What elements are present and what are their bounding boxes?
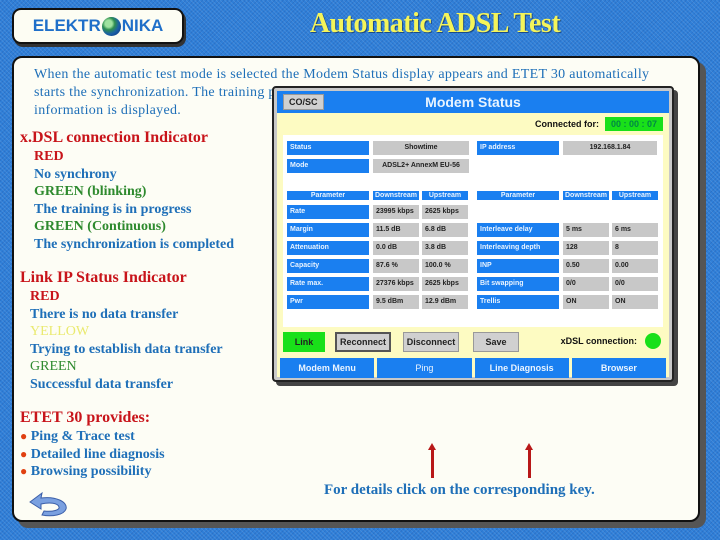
logo-text-left: ELEKTR [32, 16, 101, 35]
downstream-value: 9.5 dBm [373, 295, 419, 309]
param-label: Interleaving depth [477, 241, 559, 255]
disconnect-button[interactable]: Disconnect [403, 332, 459, 352]
provides-section: ETET 30 provides: ● Ping & Trace test ● … [20, 408, 165, 481]
reconnect-button[interactable]: Reconnect [335, 332, 391, 352]
connected-time: 00 : 00 : 07 [604, 117, 663, 131]
xdsl-connection-label: xDSL connection: [560, 336, 637, 346]
bullet-icon: ● [20, 446, 28, 461]
upstream-value: 3.8 dB [422, 241, 468, 255]
details-note: For details click on the corresponding k… [324, 482, 595, 498]
param-label: Trellis [477, 295, 559, 309]
link-indicator-title: Link IP Status Indicator [20, 269, 187, 286]
param-label: Interleave delay [477, 223, 559, 237]
ping-button[interactable]: Ping [377, 358, 472, 378]
col-header-parameter: Parameter [477, 191, 559, 200]
xdsl-connection-led-icon [645, 333, 661, 349]
xdsl-line: GREEN (blinking) [34, 184, 147, 199]
ip-value: 192.168.1.84 [563, 141, 657, 155]
downstream-value: ON [563, 295, 609, 309]
line-diagnosis-button[interactable]: Line Diagnosis [474, 358, 569, 378]
xdsl-indicator-title: x.DSL connection Indicator [20, 129, 209, 146]
co-sc-button[interactable]: CO/SC [283, 94, 324, 110]
mode-label: Mode [287, 159, 369, 173]
param-label: Rate max. [287, 277, 369, 291]
link-line: Trying to establish data transfer [30, 341, 223, 357]
downstream-value: 0.0 dB [373, 241, 419, 255]
modem-status-header: CO/SC Modem Status [277, 91, 669, 113]
downstream-value: 11.5 dB [373, 223, 419, 237]
mode-value: ADSL2+ AnnexM EU-56 [373, 159, 469, 173]
upstream-value: ON [612, 295, 658, 309]
modem-nav: Modem Menu Ping Line Diagnosis Browser [277, 358, 669, 378]
upstream-value: 0.00 [612, 259, 658, 273]
modem-status-title: Modem Status [425, 94, 521, 110]
globe-icon [101, 16, 121, 36]
status-value: Showtime [373, 141, 469, 155]
line-diagnosis-pointer-arrow-icon [525, 443, 533, 478]
page-title: Automatic ADSL Test [309, 8, 561, 39]
col-header-upstream: Upstream [612, 191, 658, 200]
modem-status-body: Status Showtime IP address 192.168.1.84 … [283, 135, 663, 327]
col-header-upstream: Upstream [422, 191, 468, 200]
connected-for-label: Connected for: [534, 119, 599, 129]
status-label: Status [287, 141, 369, 155]
col-header-downstream: Downstream [563, 191, 609, 200]
provides-title: ETET 30 provides: [20, 409, 151, 426]
provides-item: ● Browsing possibility [20, 464, 152, 479]
downstream-value: 0/0 [563, 277, 609, 291]
link-line: There is no data transfer [30, 306, 179, 322]
upstream-value: 12.9 dBm [422, 295, 468, 309]
ip-label: IP address [477, 141, 559, 155]
link-indicator-section: Link IP Status Indicator RED There is no… [20, 268, 223, 393]
downstream-value: 87.6 % [373, 259, 419, 273]
downstream-value: 23995 kbps [373, 205, 419, 219]
browser-button[interactable]: Browser [571, 358, 666, 378]
xdsl-line: The synchronization is completed [34, 236, 235, 252]
link-button[interactable]: Link [283, 332, 325, 352]
upstream-value: 2625 kbps [422, 277, 468, 291]
param-label: Capacity [287, 259, 369, 273]
link-line: Successful data transfer [30, 376, 174, 392]
modem-action-row: Link Reconnect Disconnect Save xDSL conn… [283, 332, 663, 354]
provides-item: ● Detailed line diagnosis [20, 446, 165, 462]
param-label: INP [477, 259, 559, 273]
provides-item: ● Ping & Trace test [20, 429, 135, 444]
param-label: Rate [287, 205, 369, 219]
col-header-downstream: Downstream [373, 191, 419, 200]
ping-pointer-arrow-icon [428, 443, 436, 478]
xdsl-line: No synchrony [34, 166, 117, 182]
link-line: YELLOW [30, 324, 90, 339]
elektronika-logo: ELEKTR NIKA [12, 8, 184, 44]
bullet-icon: ● [20, 429, 28, 443]
upstream-value: 8 [612, 241, 658, 255]
link-line: GREEN [30, 359, 77, 374]
save-button[interactable]: Save [473, 332, 519, 352]
upstream-value: 2625 kbps [422, 205, 468, 219]
modem-menu-button[interactable]: Modem Menu [280, 358, 375, 378]
param-label: Pwr [287, 295, 369, 309]
connected-for: Connected for: 00 : 00 : 07 [535, 117, 663, 131]
upstream-value: 6 ms [612, 223, 658, 237]
xdsl-indicator-section: x.DSL connection Indicator RED No synchr… [20, 128, 234, 253]
xdsl-line: GREEN (Continuous) [34, 219, 166, 234]
link-line: RED [30, 289, 60, 304]
param-label: Bit swapping [477, 277, 559, 291]
upstream-value: 0/0 [612, 277, 658, 291]
param-label: Attenuation [287, 241, 369, 255]
back-arrow-icon[interactable] [26, 490, 70, 518]
xdsl-line: RED [34, 149, 64, 164]
bullet-icon: ● [20, 464, 28, 478]
col-header-parameter: Parameter [287, 191, 369, 200]
logo-text-right: NIKA [121, 16, 164, 35]
downstream-value: 27376 kbps [373, 277, 419, 291]
modem-status-screenshot: CO/SC Modem Status Connected for: 00 : 0… [272, 86, 674, 382]
xdsl-line: The training is in progress [34, 201, 192, 217]
downstream-value: 5 ms [563, 223, 609, 237]
downstream-value: 128 [563, 241, 609, 255]
param-label: Margin [287, 223, 369, 237]
downstream-value: 0.50 [563, 259, 609, 273]
upstream-value: 6.8 dB [422, 223, 468, 237]
upstream-value: 100.0 % [422, 259, 468, 273]
